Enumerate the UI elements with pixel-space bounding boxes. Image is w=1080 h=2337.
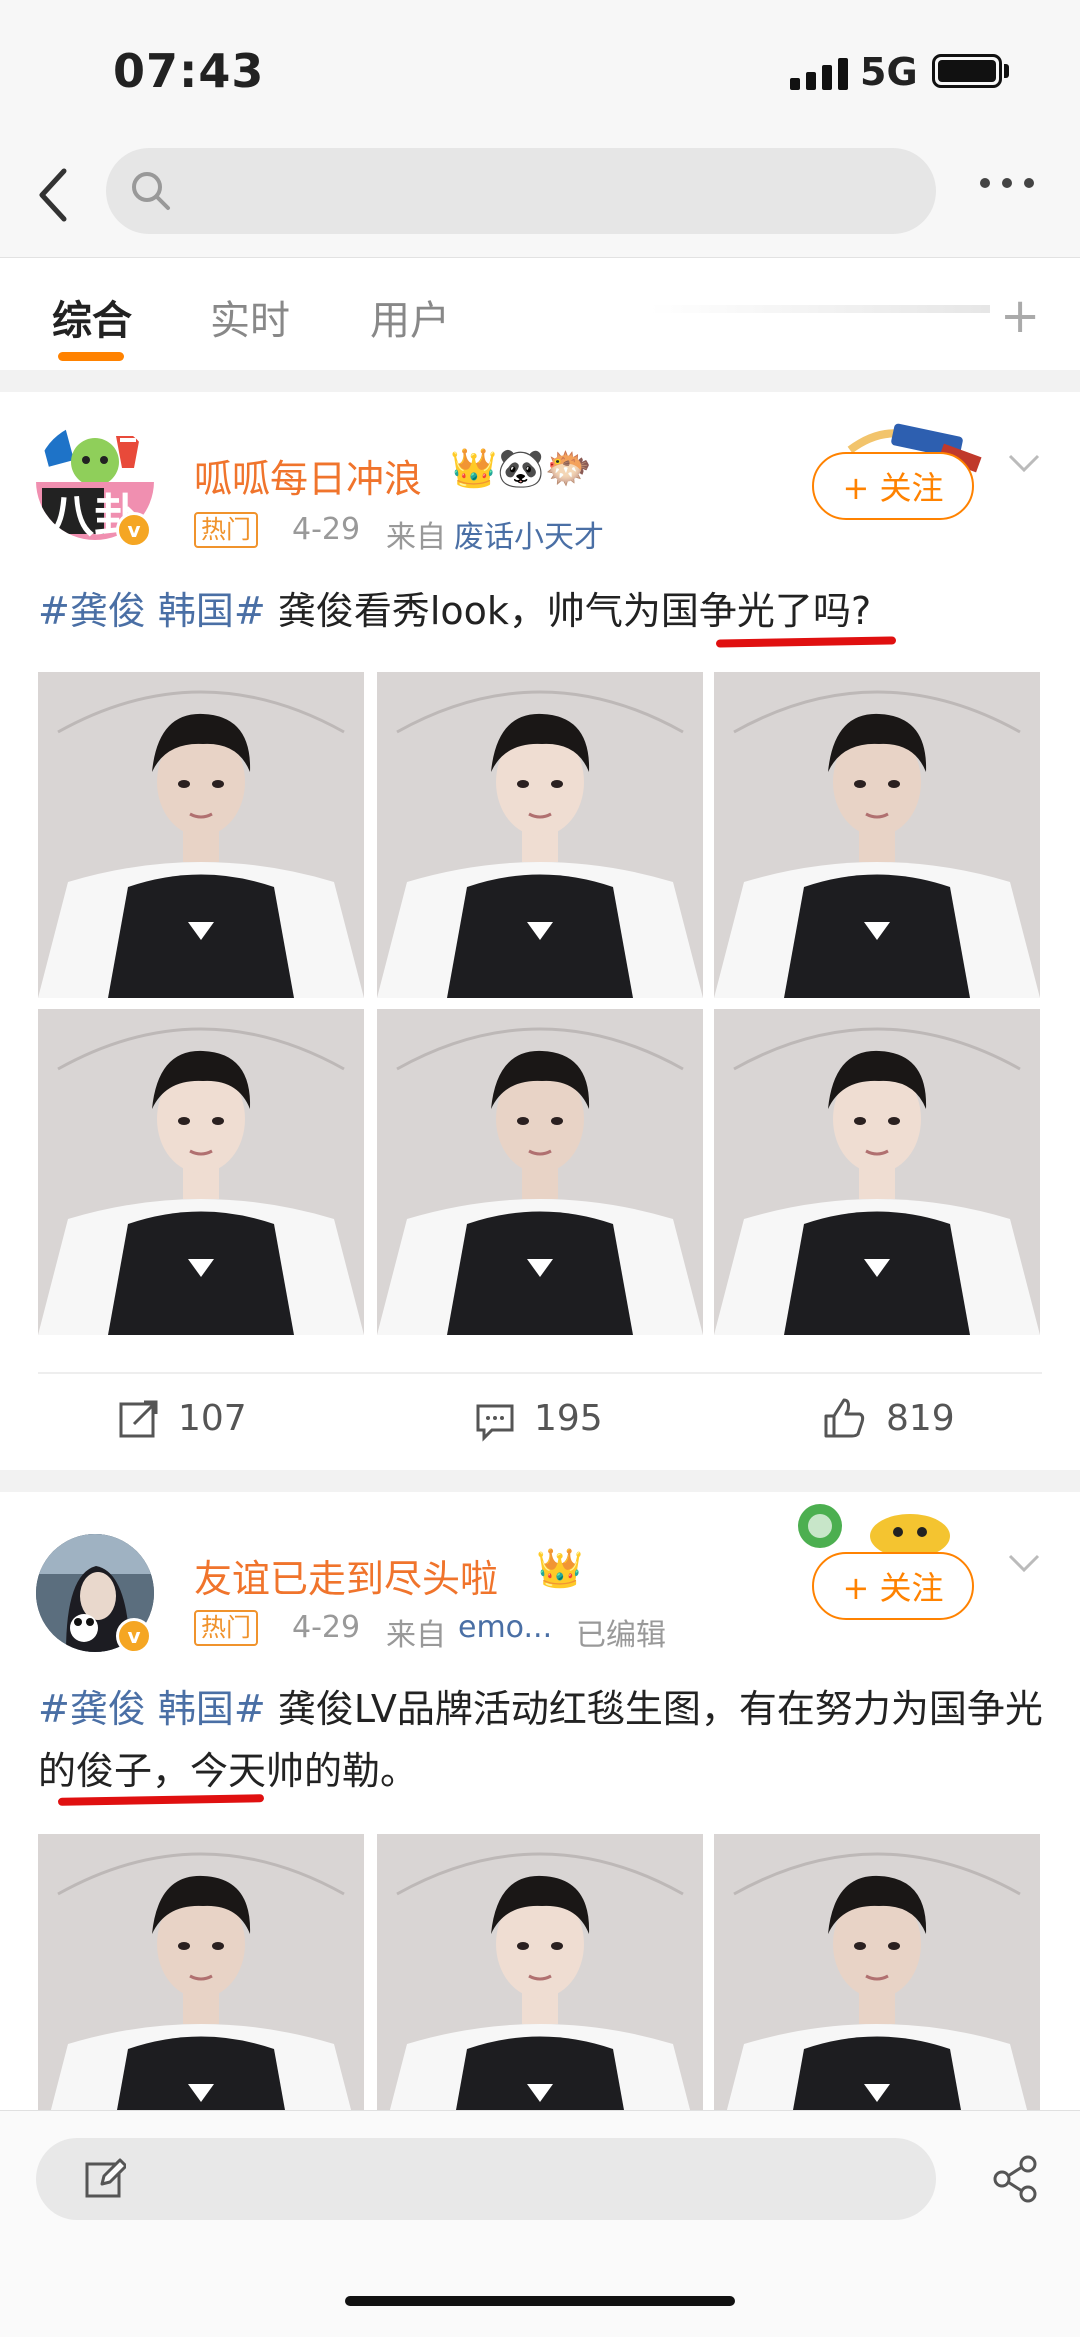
tab-comprehensive[interactable]: 综合 [52, 288, 132, 346]
like-icon[interactable] [822, 1396, 866, 1444]
username[interactable]: 呱呱每日冲浪 [194, 448, 422, 503]
username[interactable]: 友谊已走到尽头啦 [194, 1548, 498, 1603]
source-link[interactable]: 废话小天才 [454, 512, 604, 556]
battery-icon [932, 54, 1002, 88]
verified-badge: v [116, 512, 152, 548]
hashtag-link[interactable]: #龚俊 韩国# [38, 1687, 266, 1731]
underlined-text: 为国争光了 [622, 589, 813, 633]
share-icon[interactable] [990, 2154, 1040, 2208]
home-indicator [345, 2296, 735, 2306]
verified-badge: v [116, 1618, 152, 1654]
tab-active-indicator [58, 352, 124, 361]
post-photo[interactable] [38, 1009, 364, 1335]
post-photo[interactable] [38, 672, 364, 998]
battery-tip [1004, 64, 1009, 78]
edited-label: 已编辑 [576, 1618, 666, 1653]
post-photo[interactable] [714, 1834, 1040, 2110]
status-time: 07:43 [113, 44, 265, 98]
post-photo[interactable] [377, 1009, 703, 1335]
signal-icon [790, 56, 848, 90]
post-photo[interactable] [714, 672, 1040, 998]
follow-button[interactable]: + 关注 [812, 1552, 974, 1620]
compose-input[interactable] [36, 2138, 936, 2220]
divider [38, 1372, 1042, 1374]
post-photo[interactable] [377, 1834, 703, 2110]
like-count[interactable]: 819 [886, 1398, 955, 1439]
tab-fade [650, 305, 990, 313]
chevron-down-icon[interactable] [1006, 1546, 1042, 1582]
source-link[interactable]: emo... [458, 1610, 552, 1645]
hot-badge: 热门 [194, 1610, 259, 1646]
post-text-end: 俊子，今天帅的勒。 [76, 1749, 419, 1793]
back-icon[interactable] [34, 165, 74, 225]
repost-count[interactable]: 107 [178, 1398, 247, 1439]
repost-icon[interactable] [118, 1398, 160, 1444]
add-tab-button[interactable]: + [1000, 288, 1040, 344]
post-photo[interactable] [377, 672, 703, 998]
more-options-icon[interactable] [980, 178, 1034, 188]
search-icon [128, 168, 174, 214]
network-type: 5G [860, 50, 918, 94]
hot-badge: 热门 [194, 512, 259, 548]
post-text: #龚俊 韩国# 龚俊LV品牌活动红毯生图，有在努力为国争光的俊子，今天帅的勒。 [38, 1678, 1048, 1802]
crown-icon: 👑 [536, 1546, 584, 1590]
follow-button[interactable]: + 关注 [812, 452, 974, 520]
post-text-end: 吗? [812, 589, 872, 633]
source-prefix: 来自 [386, 1618, 446, 1653]
source-prefix: 来自 [386, 520, 446, 555]
comment-count[interactable]: 195 [534, 1398, 603, 1439]
post-text-part: 龚俊看秀look，帅气 [265, 589, 623, 633]
tab-users[interactable]: 用户 [370, 288, 450, 346]
chevron-down-icon[interactable] [1006, 446, 1042, 482]
comment-icon[interactable] [474, 1400, 516, 1446]
tab-bar [0, 258, 1080, 370]
crown-icon: 👑🐼🐡 [450, 446, 592, 490]
tab-realtime[interactable]: 实时 [210, 288, 290, 346]
post-photo[interactable] [714, 1009, 1040, 1335]
post-text: #龚俊 韩国# 龚俊看秀look，帅气为国争光了吗? [38, 580, 1048, 642]
post-photo[interactable] [38, 1834, 364, 2110]
edit-icon[interactable] [84, 2158, 128, 2204]
post-text-part: 龚俊LV品牌活动红毯生图，有在努力 [265, 1687, 891, 1731]
post-date: 4-29 [292, 512, 361, 547]
search-input[interactable] [106, 148, 936, 234]
hashtag-link[interactable]: #龚俊 韩国# [38, 589, 266, 633]
post-date: 4-29 [292, 1610, 361, 1645]
